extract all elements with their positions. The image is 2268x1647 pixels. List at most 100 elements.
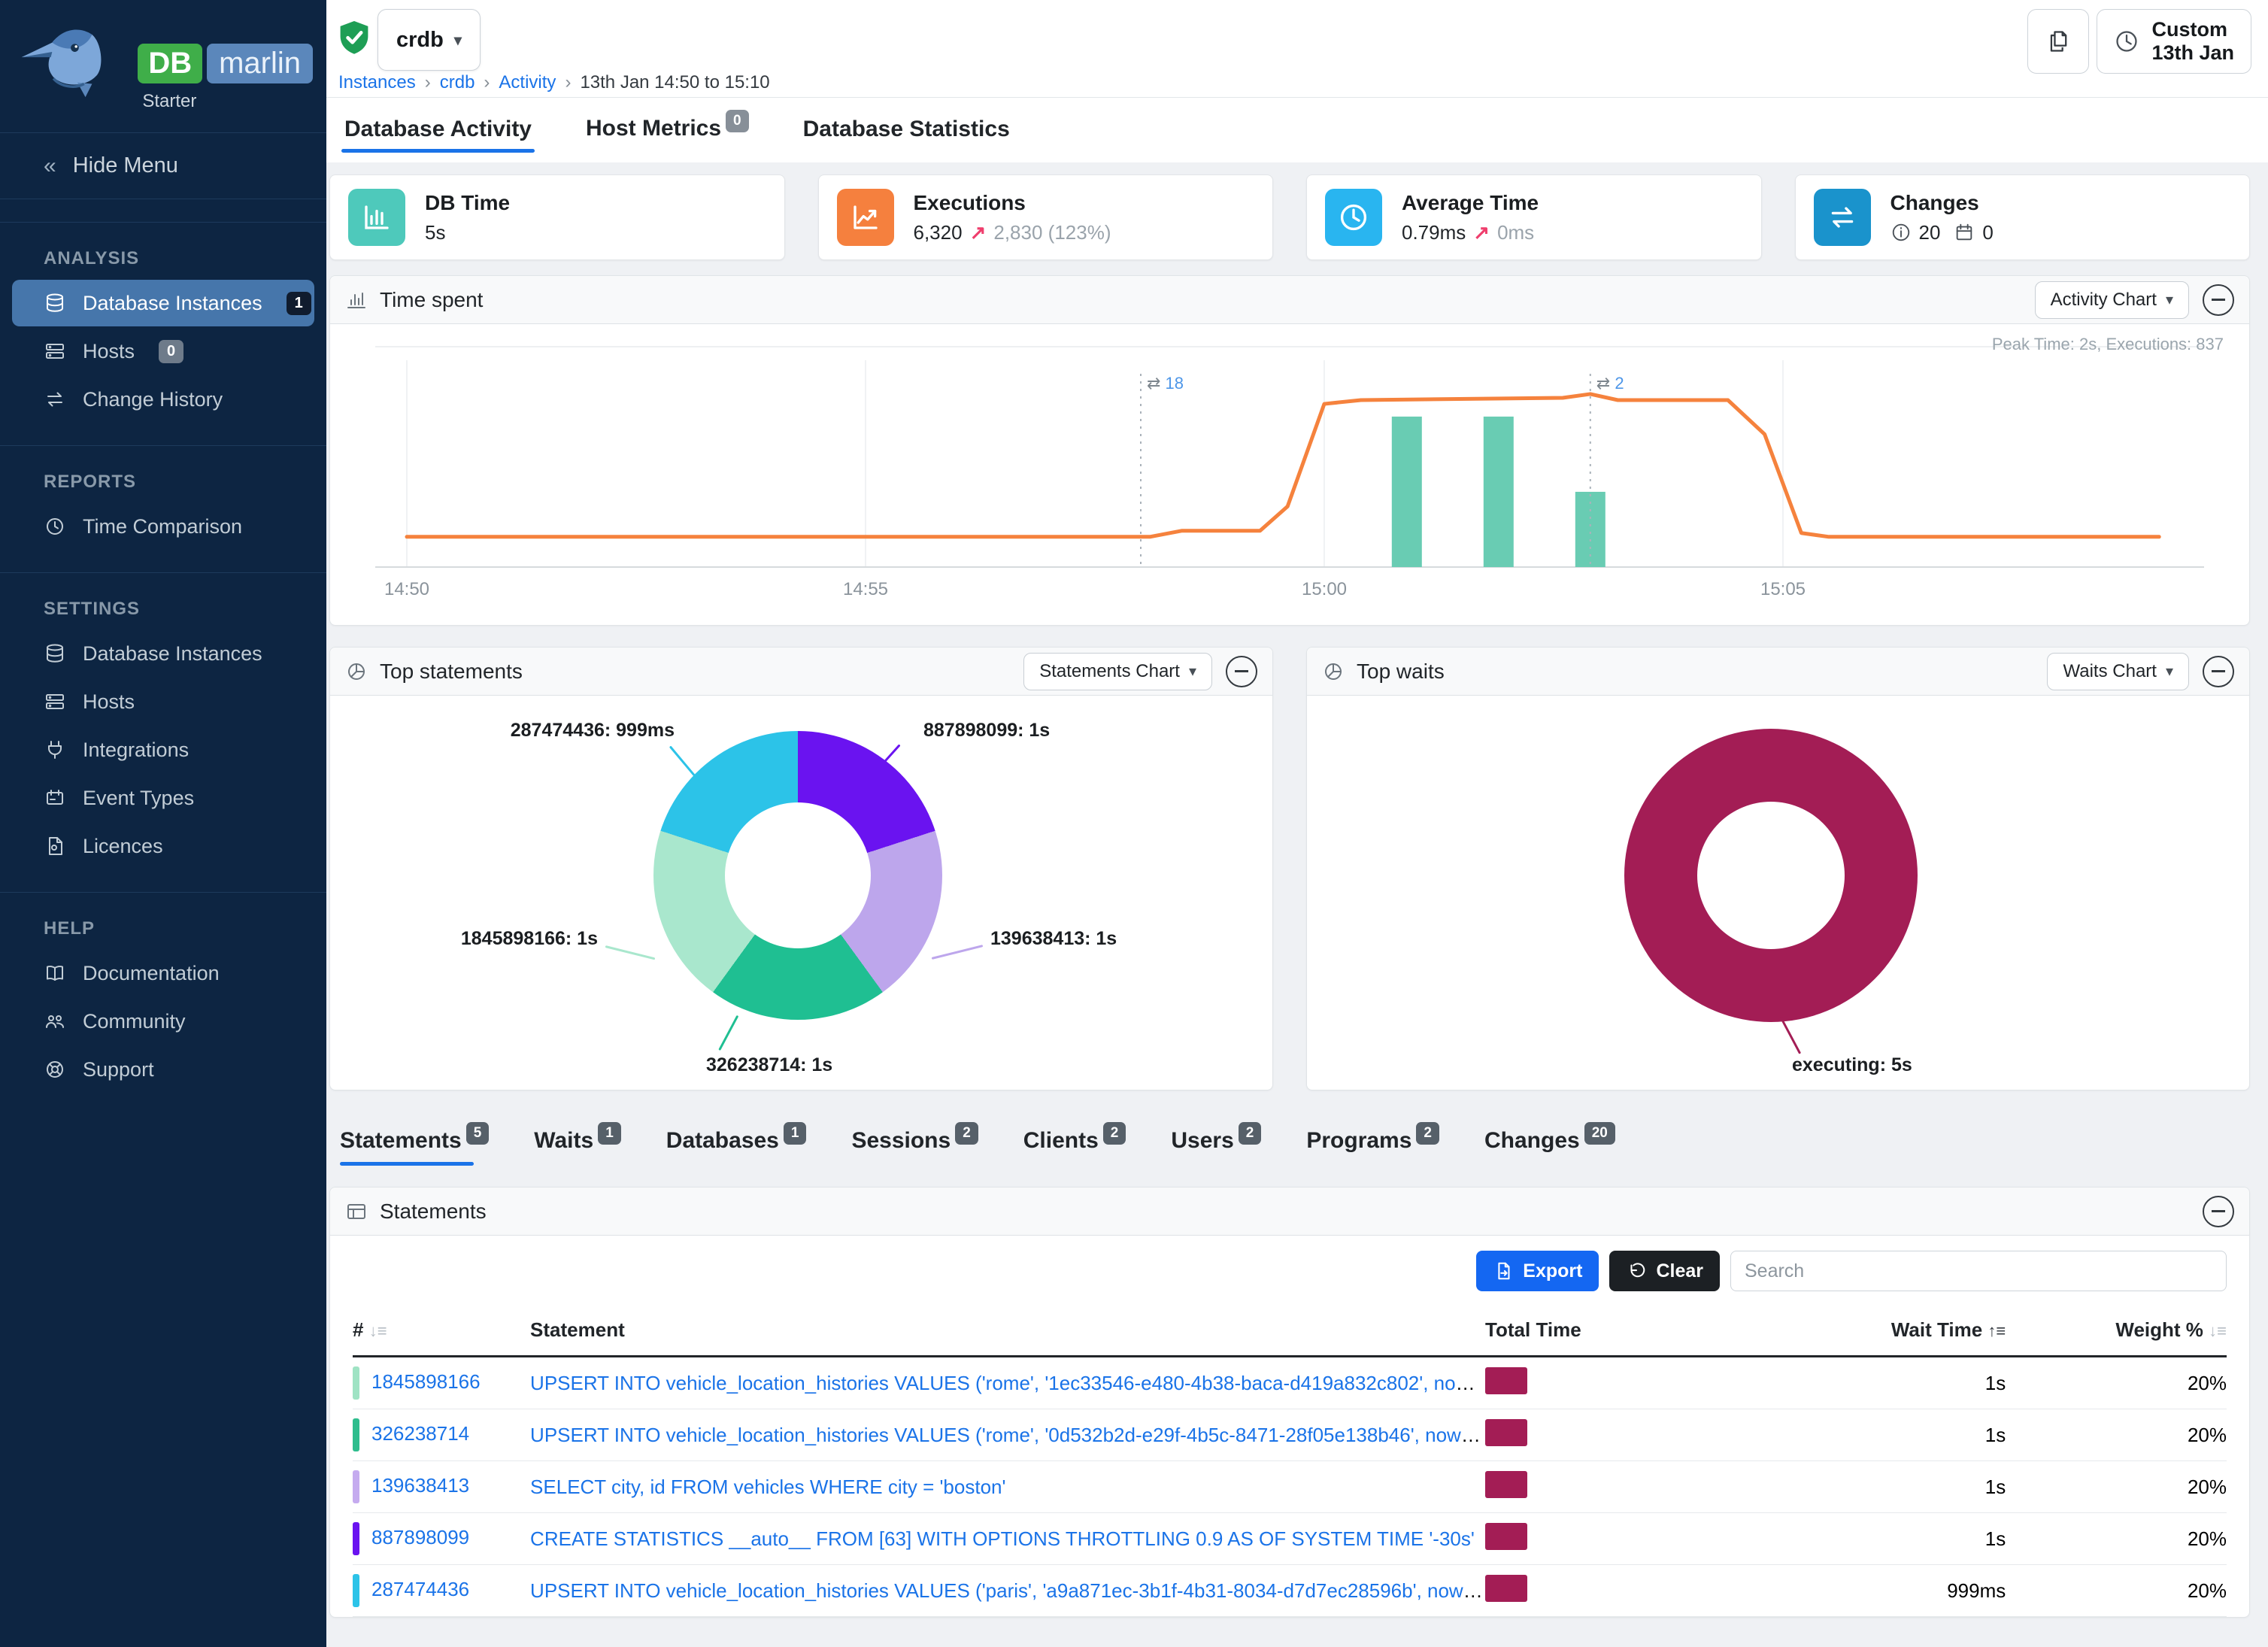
chevron-down-icon: ▾: [454, 31, 462, 50]
detail-tab-waits[interactable]: Waits1: [534, 1128, 620, 1167]
time-range-button[interactable]: Custom 13th Jan: [2097, 9, 2251, 74]
docs-icon: [44, 962, 66, 984]
marlin-logo-icon: [14, 17, 133, 122]
card-delta: 2,830 (123%): [993, 221, 1111, 244]
sidebar-item-time-comparison[interactable]: Time Comparison: [12, 503, 314, 550]
chart-type-dropdown[interactable]: Statements Chart ▾: [1023, 653, 1212, 690]
detail-tab-programs[interactable]: Programs2: [1306, 1128, 1439, 1167]
detail-tab-users[interactable]: Users2: [1171, 1128, 1261, 1167]
time-spent-panel: Time spent Activity Chart ▾ Peak Time: 2…: [329, 275, 2250, 626]
statement-id-link[interactable]: 287474436: [371, 1578, 469, 1600]
server-icon: [44, 690, 66, 713]
chevron-down-icon: ▾: [1189, 662, 1196, 681]
statement-id-link[interactable]: 887898099: [371, 1526, 469, 1548]
sort-icon: ↓≡: [369, 1321, 387, 1340]
statement-id-link[interactable]: 1845898166: [371, 1370, 481, 1393]
card-title: Average Time: [1402, 191, 1539, 215]
statement-id-link[interactable]: 139638413: [371, 1474, 469, 1497]
detail-tab-clients[interactable]: Clients2: [1023, 1128, 1126, 1167]
collapse-panel-button[interactable]: [2203, 284, 2234, 316]
chart-type-dropdown[interactable]: Waits Chart ▾: [2047, 653, 2189, 690]
statement-link[interactable]: UPSERT INTO vehicle_location_histories V…: [530, 1372, 1485, 1394]
column-header-num[interactable]: # ↓≡: [353, 1305, 530, 1357]
database-icon: [44, 642, 66, 665]
hide-menu-button[interactable]: « Hide Menu: [0, 133, 326, 199]
collapse-panel-button[interactable]: [2203, 656, 2234, 687]
panel-title: Time spent: [380, 288, 483, 312]
clear-button[interactable]: Clear: [1609, 1251, 1720, 1291]
nav-heading: HELP: [0, 918, 326, 939]
sidebar-item-label: Support: [83, 1058, 154, 1081]
statements-table-header: Statements: [330, 1187, 2249, 1236]
double-chevron-left-icon: «: [44, 153, 56, 179]
export-button[interactable]: Export: [1476, 1251, 1599, 1291]
donut-label: 887898099: 1s: [923, 720, 1050, 742]
sidebar-item-label: Event Types: [83, 787, 194, 810]
licence-icon: [44, 835, 66, 857]
statement-link[interactable]: UPSERT INTO vehicle_location_histories V…: [530, 1579, 1485, 1602]
sidebar-item-support[interactable]: Support: [12, 1046, 314, 1093]
sidebar-item-licences[interactable]: Licences: [12, 823, 314, 869]
donut-hole: [725, 802, 871, 948]
statement-link[interactable]: CREATE STATISTICS __auto__ FROM [63] WIT…: [530, 1527, 1475, 1550]
changes-calendar-count: 0: [1982, 221, 1993, 244]
sidebar-item-database-instances[interactable]: Database Instances 1: [12, 280, 314, 326]
sidebar-item-integrations[interactable]: Integrations: [12, 726, 314, 773]
table-row: 1845898166 UPSERT INTO vehicle_location_…: [353, 1357, 2227, 1409]
clock-icon: [44, 515, 66, 538]
statement-link[interactable]: SELECT city, id FROM vehicles WHERE city…: [530, 1476, 1005, 1498]
weight-value: 20%: [2006, 1565, 2227, 1617]
statement-color-bar: [353, 1470, 359, 1503]
top-statements-panel: Top statements Statements Chart ▾: [329, 647, 1273, 1090]
chart-type-dropdown[interactable]: Activity Chart ▾: [2035, 281, 2189, 319]
time-spent-chart[interactable]: 14:5014:5515:0015:05⇄ 18⇄ 2: [330, 330, 2249, 625]
column-header-total-time[interactable]: Total Time: [1485, 1305, 1800, 1357]
detail-tab-databases[interactable]: Databases1: [666, 1128, 807, 1167]
breadcrumb-instances[interactable]: Instances: [338, 72, 416, 93]
tab-host-metrics[interactable]: Host Metrics0: [583, 102, 752, 158]
svg-text:14:55: 14:55: [843, 579, 888, 599]
detail-tab-changes[interactable]: Changes20: [1484, 1128, 1615, 1167]
card-db-time: DB Time 5s: [329, 174, 785, 260]
sidebar-item-hosts[interactable]: Hosts 0: [12, 328, 314, 375]
table-toolbar: Export Clear: [330, 1236, 2249, 1297]
instance-selector[interactable]: crdb ▾: [377, 9, 481, 71]
collapse-panel-button[interactable]: [1226, 656, 1257, 687]
column-header-wait-time[interactable]: Wait Time ↑≡: [1800, 1305, 2006, 1357]
main-content: crdb ▾ Instances› crdb› Activity› 13th J…: [326, 0, 2268, 1647]
trend-up-icon: ↗: [970, 221, 987, 244]
nav-section-reports: REPORTS Time Comparison: [0, 445, 326, 550]
breadcrumb-activity[interactable]: Activity: [499, 72, 556, 93]
table-row: 326238714 UPSERT INTO vehicle_location_h…: [353, 1409, 2227, 1461]
donut-hole: [1697, 802, 1845, 949]
detail-tab-sessions[interactable]: Sessions2: [851, 1128, 978, 1167]
sidebar-item-community[interactable]: Community: [12, 998, 314, 1045]
card-value: 6,320: [914, 221, 963, 244]
statement-link[interactable]: UPSERT INTO vehicle_location_histories V…: [530, 1424, 1485, 1446]
column-header-weight[interactable]: Weight % ↓≡: [2006, 1305, 2227, 1357]
sidebar-item-label: Hosts: [83, 340, 135, 363]
total-time-bar: [1485, 1575, 1527, 1602]
sidebar-item-documentation[interactable]: Documentation: [12, 950, 314, 996]
tab-database-activity[interactable]: Database Activity: [341, 103, 535, 157]
statements-donut-chart[interactable]: 287474436: 999ms 887898099: 1s 184589816…: [330, 696, 1272, 1091]
count-badge: 5: [466, 1122, 490, 1145]
sidebar-item-event-types[interactable]: Event Types: [12, 775, 314, 821]
chevron-down-icon: ▾: [2166, 662, 2173, 681]
sidebar-item-hosts-settings[interactable]: Hosts: [12, 678, 314, 725]
panel-title: Top waits: [1357, 660, 1445, 684]
collapse-panel-button[interactable]: [2203, 1196, 2234, 1227]
svg-text:15:05: 15:05: [1760, 579, 1806, 599]
statement-color-bar: [353, 1522, 359, 1555]
count-badge: 0: [726, 110, 749, 132]
detail-tab-statements[interactable]: Statements5: [340, 1128, 489, 1167]
sidebar-item-database-instances-settings[interactable]: Database Instances: [12, 630, 314, 677]
statement-id-link[interactable]: 326238714: [371, 1422, 469, 1445]
waits-donut-chart[interactable]: executing: 5s: [1307, 696, 2249, 1091]
breadcrumb-instance[interactable]: crdb: [440, 72, 475, 93]
copy-link-button[interactable]: [2027, 9, 2089, 74]
tab-database-statistics[interactable]: Database Statistics: [800, 103, 1013, 157]
search-input[interactable]: [1730, 1251, 2227, 1291]
sidebar-item-change-history[interactable]: Change History: [12, 376, 314, 423]
column-header-statement[interactable]: Statement: [530, 1305, 1485, 1357]
